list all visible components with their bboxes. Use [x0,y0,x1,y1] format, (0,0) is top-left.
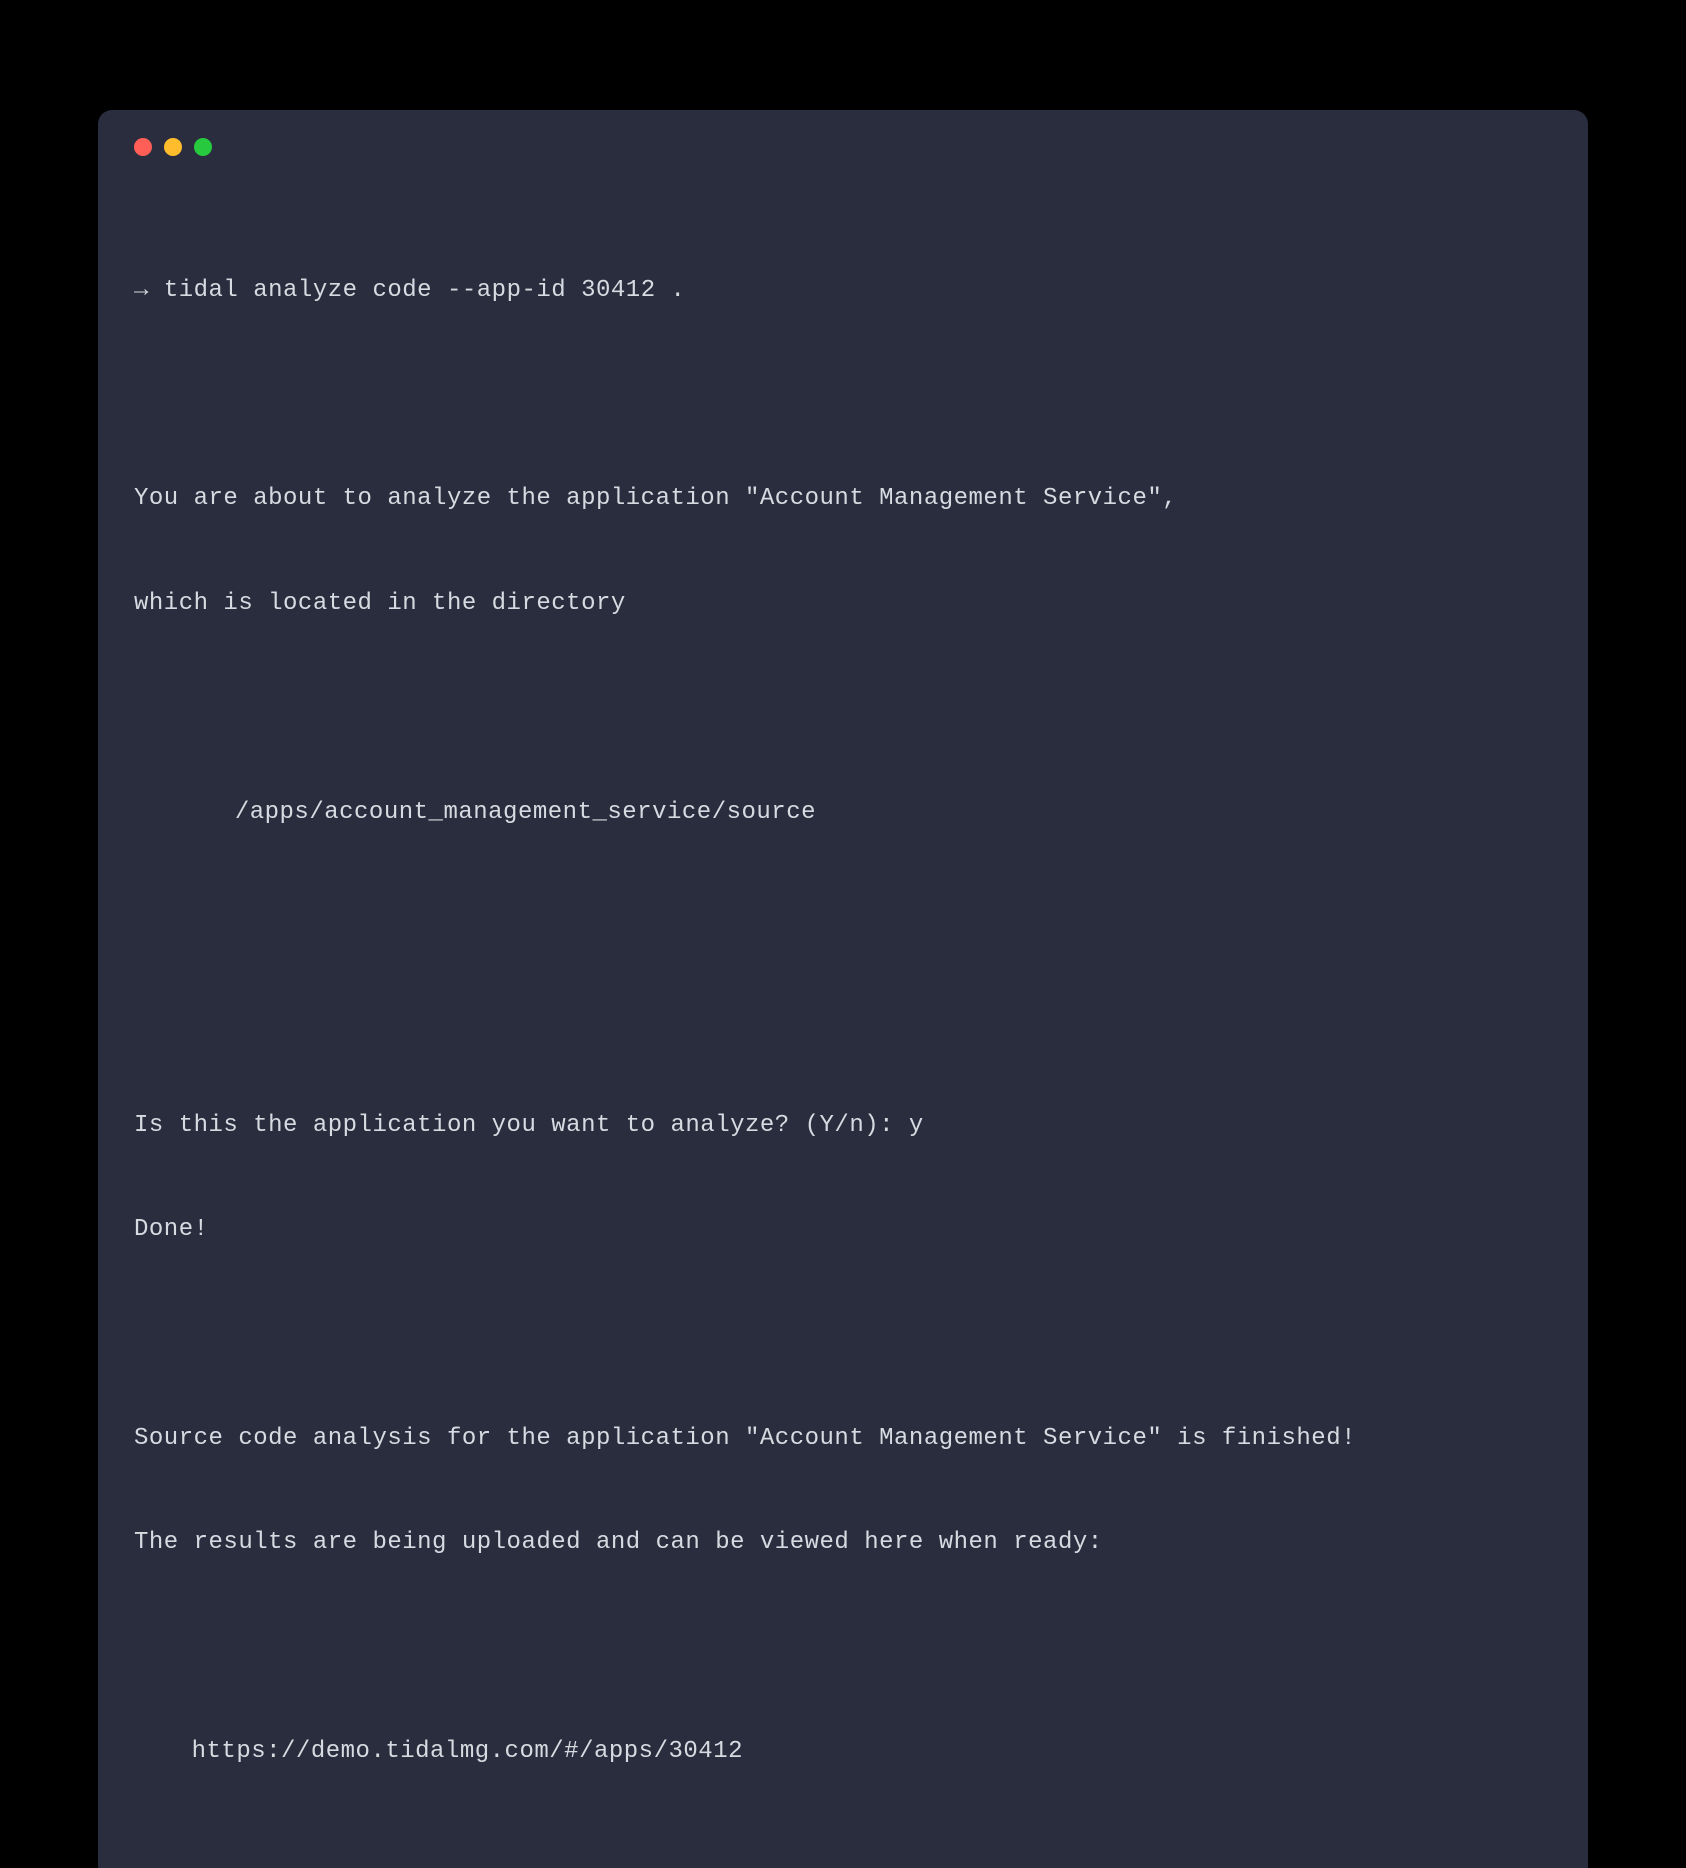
terminal-window: → tidal analyze code --app-id 30412 . Yo… [98,110,1588,1868]
maximize-icon[interactable] [194,138,212,156]
close-icon[interactable] [134,138,152,156]
blank-line [134,1318,1552,1353]
blank-line [134,378,1552,413]
output-line: which is located in the directory [134,587,1552,622]
output-line: You are about to analyze the application… [134,482,1552,517]
output-line: The results are being uploaded and can b… [134,1526,1552,1561]
blank-line [134,1631,1552,1666]
output-url: https://demo.tidalmg.com/#/apps/30412 [134,1735,1552,1770]
minimize-icon[interactable] [164,138,182,156]
blank-line [134,900,1552,935]
prompt-arrow-icon: → [134,277,149,304]
blank-line [134,691,1552,726]
output-path: /apps/account_management_service/source [134,796,1552,831]
window-controls [134,138,1552,156]
prompt-question: Is this the application you want to anal… [134,1109,1552,1144]
terminal-output[interactable]: → tidal analyze code --app-id 30412 . Yo… [134,204,1552,1839]
output-line: Source code analysis for the application… [134,1422,1552,1457]
output-line: Done! [134,1213,1552,1248]
command-line: → tidal analyze code --app-id 30412 . [134,274,1552,309]
command-text: tidal analyze code --app-id 30412 . [164,277,686,304]
blank-line [134,1004,1552,1039]
